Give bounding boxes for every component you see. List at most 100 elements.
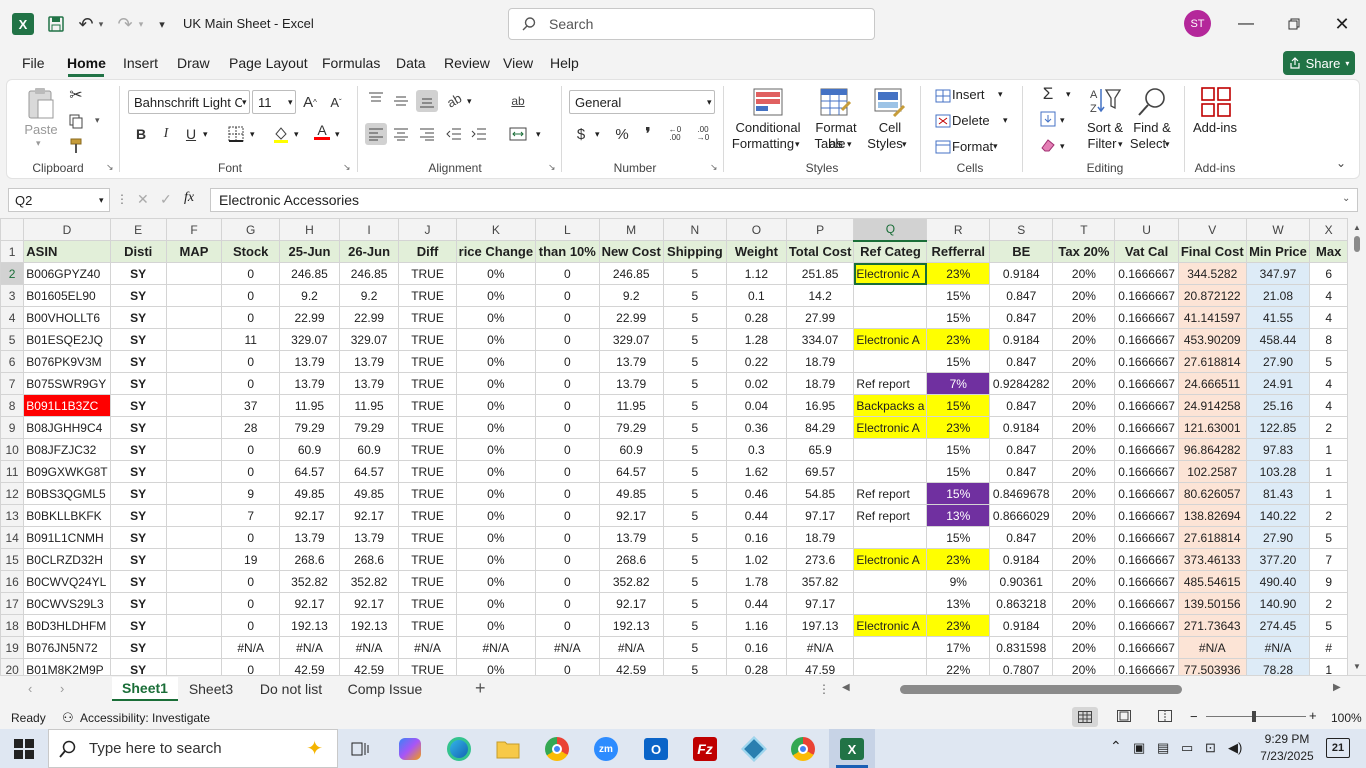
cell[interactable]: SY <box>109 570 167 593</box>
cell[interactable]: 20% <box>1052 328 1116 351</box>
delete-cells-icon[interactable] <box>932 110 954 132</box>
row-header[interactable]: 7 <box>0 372 25 395</box>
cell[interactable]: TRUE <box>398 592 457 615</box>
cell[interactable]: 102.2587 <box>1177 460 1247 483</box>
cell[interactable]: 13% <box>926 592 991 615</box>
cell[interactable]: 0.44 <box>725 592 787 615</box>
column-title-cell[interactable]: MAP <box>165 240 223 263</box>
clear-dropdown-icon[interactable]: ▾ <box>1060 141 1065 152</box>
menu-data[interactable]: Data <box>396 48 426 78</box>
cell[interactable]: 490.40 <box>1245 570 1311 593</box>
cell[interactable]: 352.82 <box>598 570 664 593</box>
zoom-out-icon[interactable]: − <box>1190 709 1198 724</box>
column-header-n[interactable]: N <box>662 218 727 241</box>
sheet-table[interactable]: DEFGHIJKLMNOPQRSTUVWX 1 ASIN Disti MAP Stock… <box>0 218 1348 675</box>
cell[interactable]: #N/A <box>221 636 281 659</box>
cell[interactable]: 20% <box>1052 504 1116 527</box>
cell[interactable]: 5 <box>662 438 727 461</box>
column-title-cell[interactable]: New Cost <box>598 240 664 263</box>
cell[interactable]: 13.79 <box>598 350 664 373</box>
cell[interactable]: 347.97 <box>1245 262 1311 285</box>
name-box-dropdown-icon[interactable]: ▾ <box>99 195 104 206</box>
cell[interactable]: 0 <box>535 394 600 417</box>
cell[interactable]: B076JN5N72 <box>23 636 111 659</box>
cell[interactable]: SY <box>109 416 167 439</box>
cell[interactable]: 352.82 <box>279 570 340 593</box>
cell[interactable]: SY <box>109 658 167 675</box>
insert-dropdown-icon[interactable]: ▾ <box>998 89 1003 100</box>
cell[interactable]: SY <box>109 306 167 329</box>
cell[interactable]: 15% <box>926 306 991 329</box>
cell[interactable]: 0 <box>535 526 600 549</box>
undo-icon[interactable]: ↶ <box>75 13 97 35</box>
cell[interactable]: 0 <box>535 372 600 395</box>
sort-filter-icon[interactable]: AZ <box>1088 86 1122 118</box>
restore-icon[interactable] <box>1281 12 1307 36</box>
cell[interactable]: 81.43 <box>1245 482 1311 505</box>
cell[interactable]: 192.13 <box>598 614 664 637</box>
menu-draw[interactable]: Draw <box>177 48 210 78</box>
cell[interactable]: 485.54615 <box>1177 570 1247 593</box>
cell-label[interactable]: Cell <box>870 120 910 136</box>
find-select-icon[interactable] <box>1136 86 1168 118</box>
column-header-k[interactable]: K <box>455 218 537 241</box>
cell[interactable]: TRUE <box>398 548 457 571</box>
cell[interactable] <box>853 658 928 675</box>
cell[interactable]: B08JGHH9C4 <box>23 416 111 439</box>
column-title-cell[interactable]: 26-Jun <box>338 240 400 263</box>
cell[interactable]: 60.9 <box>279 438 340 461</box>
cell[interactable]: 0 <box>535 548 600 571</box>
cell[interactable]: 4 <box>1309 372 1348 395</box>
cell[interactable]: 0 <box>535 592 600 615</box>
cell[interactable] <box>165 658 223 675</box>
cell[interactable]: 4 <box>1309 394 1348 417</box>
cell[interactable]: 192.13 <box>279 614 340 637</box>
cell[interactable]: 78.28 <box>1245 658 1311 675</box>
cell[interactable]: B08JFZJC32 <box>23 438 111 461</box>
number-format-dropdown-icon[interactable]: ▾ <box>707 97 712 108</box>
share-dropdown-icon[interactable]: ▾ <box>1345 59 1349 68</box>
cell[interactable]: 15% <box>926 394 991 417</box>
cell[interactable]: B0BS3QGML5 <box>23 482 111 505</box>
cell[interactable]: 24.666511 <box>1177 372 1247 395</box>
cell[interactable] <box>165 438 223 461</box>
column-title-cell[interactable]: Stock <box>221 240 281 263</box>
cell[interactable] <box>853 460 928 483</box>
paste-icon[interactable] <box>26 86 56 120</box>
cell[interactable]: 0 <box>535 328 600 351</box>
increase-decimal-icon[interactable]: ←0.00 <box>664 123 686 145</box>
cell[interactable] <box>853 570 928 593</box>
cell[interactable]: 0 <box>221 658 281 675</box>
cell[interactable] <box>853 636 928 659</box>
currency-icon[interactable]: $ <box>570 123 592 145</box>
cell[interactable]: 8 <box>1309 328 1348 351</box>
sheet-tab-comp-issue[interactable]: Comp Issue <box>342 677 428 701</box>
cell[interactable]: B075SWR9GY <box>23 372 111 395</box>
cell[interactable]: 5 <box>662 416 727 439</box>
column-header-x[interactable]: X <box>1309 218 1348 241</box>
cell[interactable]: 49.85 <box>338 482 400 505</box>
cell[interactable]: 274.45 <box>1245 614 1311 637</box>
cell[interactable]: 24.914258 <box>1177 394 1247 417</box>
cell[interactable]: 0.1666667 <box>1114 482 1179 505</box>
prev-sheet-icon[interactable]: ‹ <box>28 681 32 696</box>
cell[interactable]: 7 <box>221 504 281 527</box>
cell[interactable]: 140.22 <box>1245 504 1311 527</box>
cell[interactable]: 20% <box>1052 592 1116 615</box>
cell[interactable]: 0.847 <box>989 526 1054 549</box>
cell[interactable]: 0.9184 <box>989 416 1054 439</box>
cell[interactable] <box>165 284 223 307</box>
cell[interactable]: 20.872122 <box>1177 284 1247 307</box>
column-title-cell[interactable]: rice Change <box>455 240 537 263</box>
cell[interactable]: 20% <box>1052 614 1116 637</box>
cell[interactable]: 197.13 <box>785 614 855 637</box>
cell[interactable]: B091L1CNMH <box>23 526 111 549</box>
cell[interactable]: 5 <box>662 306 727 329</box>
cell[interactable]: Ref report <box>853 372 928 395</box>
cell[interactable]: 0.1666667 <box>1114 438 1179 461</box>
cell[interactable]: 20% <box>1052 306 1116 329</box>
cell[interactable]: 18.79 <box>785 526 855 549</box>
row-header[interactable]: 14 <box>0 526 25 549</box>
cell[interactable]: 5 <box>1309 350 1348 373</box>
column-title-cell[interactable]: Diff <box>398 240 457 263</box>
